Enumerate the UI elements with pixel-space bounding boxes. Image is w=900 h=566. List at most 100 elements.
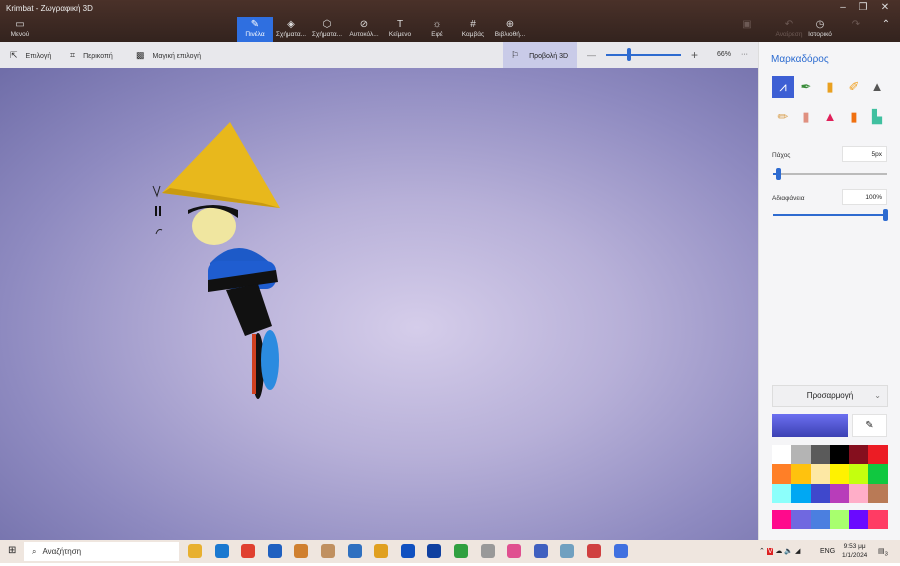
crop-button[interactable]: ⌗ Περικοπή (70, 42, 113, 68)
text-icon: T (396, 19, 404, 30)
2d-shapes-icon: ◈ (287, 19, 295, 30)
color-swatch[interactable] (849, 445, 869, 465)
tab-effects[interactable]: ☼ Εφέ (419, 17, 455, 42)
taskbar-app-icon[interactable] (533, 544, 548, 558)
brush-oil[interactable]: ▮ (819, 76, 841, 98)
taskbar-app-icon[interactable] (374, 544, 389, 558)
zoom-out-button[interactable]: — (587, 42, 596, 68)
history-button[interactable]: ◷ Ιστορικό (802, 17, 838, 42)
taskbar-app-icon[interactable] (613, 544, 628, 558)
taskbar-app-icon[interactable] (347, 544, 362, 558)
color-swatch[interactable] (829, 483, 850, 503)
effects-icon: ☼ (432, 19, 442, 30)
color-swatch[interactable] (772, 464, 792, 484)
color-swatch[interactable] (868, 464, 888, 484)
color-swatch[interactable] (868, 445, 888, 465)
brush-eraser[interactable]: ▮ (795, 106, 817, 128)
color-swatch[interactable] (849, 510, 869, 530)
color-mode-dropdown[interactable]: Προσαρμογή ⌄ (772, 385, 888, 407)
color-swatch[interactable] (791, 445, 811, 465)
color-swatch[interactable] (868, 483, 888, 503)
opacity-slider-thumb[interactable] (883, 209, 888, 221)
taskbar-app-icon[interactable] (294, 544, 309, 558)
color-swatch[interactable] (810, 483, 830, 503)
color-swatch[interactable] (791, 464, 811, 484)
clock[interactable]: 9:53 μμ 1/1/2024 (842, 542, 867, 560)
tab-brushes[interactable]: ✎ Πινέλα (237, 17, 273, 42)
taskbar-app-icon[interactable] (480, 544, 495, 558)
tab-canvas[interactable]: # Καμβάς (455, 17, 491, 42)
brush-crayon[interactable]: ▲ (819, 106, 841, 128)
color-swatch[interactable] (791, 483, 811, 503)
eyedropper-button[interactable]: ✎ (852, 414, 887, 437)
3d-character-model[interactable] (0, 68, 758, 540)
collapse-button[interactable]: ⌃ (868, 17, 900, 42)
color-swatch[interactable] (810, 445, 830, 465)
brush-spray-can[interactable]: ▮ (843, 106, 865, 128)
taskbar-app-icon[interactable] (321, 544, 335, 558)
taskbar-app-icon[interactable] (241, 544, 256, 558)
taskbar-app-icon[interactable] (188, 544, 202, 558)
brush-pencil[interactable]: ✏ (772, 106, 794, 128)
folder-icon: ▭ (15, 19, 25, 30)
color-swatch[interactable] (810, 464, 830, 484)
close-button[interactable]: ✕ (875, 2, 895, 13)
brush-marker[interactable]: ⩘ (772, 76, 794, 98)
opacity-input[interactable]: 100% (842, 189, 887, 205)
color-swatch[interactable] (829, 464, 850, 484)
zoom-slider[interactable] (606, 54, 681, 56)
color-swatch[interactable] (791, 510, 811, 530)
color-swatch[interactable] (772, 483, 792, 503)
notification-icon[interactable]: ▤3 (878, 540, 888, 566)
color-swatch[interactable] (849, 464, 869, 484)
brush-watercolor[interactable]: ✐ (843, 76, 865, 98)
current-color-swatch[interactable] (772, 414, 848, 437)
taskbar-app-icon[interactable] (507, 544, 522, 558)
paste-icon: ▣ (742, 19, 752, 30)
restore-button[interactable]: ❐ (853, 2, 873, 13)
tab-library[interactable]: ⊕ Βιβλιοθή... (492, 17, 528, 42)
thickness-input[interactable]: 5px (842, 146, 887, 162)
select-button[interactable]: ⇱ Επιλογή (10, 42, 51, 68)
brush-fill[interactable]: ▙ (866, 106, 888, 128)
brush-calligraphy-pen[interactable]: ✒ (795, 76, 817, 98)
sub-toolbar: ⇱ Επιλογή ⌗ Περικοπή ▩ Μαγική επιλογή ⚐ Προβ… (0, 42, 758, 68)
taskbar-app-icon[interactable] (454, 544, 468, 558)
opacity-slider[interactable] (773, 214, 887, 216)
windows-start-icon[interactable]: ⊞ (8, 546, 16, 556)
zoom-level: 66% (717, 51, 732, 58)
thickness-slider[interactable] (773, 173, 887, 175)
zoom-slider-thumb[interactable] (627, 48, 631, 61)
taskbar-search[interactable]: ⌕ Αναζήτηση (24, 542, 179, 561)
zoom-in-button[interactable]: + (691, 42, 698, 68)
canvas-3d[interactable] (0, 68, 758, 540)
color-swatch[interactable] (810, 510, 830, 530)
color-swatch[interactable] (829, 445, 850, 465)
taskbar-app-icon[interactable] (427, 544, 442, 558)
minimize-button[interactable]: – (833, 2, 853, 13)
taskbar-app-icon[interactable] (560, 544, 575, 558)
color-swatch[interactable] (772, 510, 792, 530)
menu-button[interactable]: ▭ Μενού (2, 17, 38, 42)
more-button[interactable]: ··· (741, 42, 748, 68)
color-swatch[interactable] (849, 483, 869, 503)
brush-pixel-pen[interactable]: ▲ (866, 76, 888, 98)
taskbar-app-icon[interactable] (214, 544, 229, 558)
view-3d-button[interactable]: ⚐ Προβολή 3D (503, 42, 577, 68)
language-indicator[interactable]: ENG (820, 540, 835, 563)
color-swatch[interactable] (772, 445, 792, 465)
tab-3d-shapes[interactable]: ⬡ Σχήματα... (309, 17, 345, 42)
color-swatch[interactable] (829, 510, 850, 530)
taskbar-app-icon[interactable] (587, 544, 601, 558)
taskbar-app-icon[interactable] (400, 544, 415, 558)
tab-text[interactable]: T Κείμενο (382, 17, 418, 42)
brush-panel: Μαρκαδόρος ⩘ ✒ ▮ ✐ ▲ ✏ ▮ ▲ ▮ ▙ Πάχος 5px… (758, 42, 900, 540)
tab-stickers[interactable]: ⊘ Αυτοκόλ... (346, 17, 382, 42)
paste-button[interactable]: ▣ (729, 17, 765, 42)
tray-icons[interactable]: ⌃ V ☁ 🔈 ◢ (759, 540, 800, 563)
magic-select-button[interactable]: ▩ Μαγική επιλογή (136, 42, 201, 68)
color-swatch[interactable] (868, 510, 888, 530)
thickness-slider-thumb[interactable] (776, 168, 781, 180)
tab-2d-shapes[interactable]: ◈ Σχήματα... (273, 17, 309, 42)
taskbar-app-icon[interactable] (267, 544, 282, 558)
